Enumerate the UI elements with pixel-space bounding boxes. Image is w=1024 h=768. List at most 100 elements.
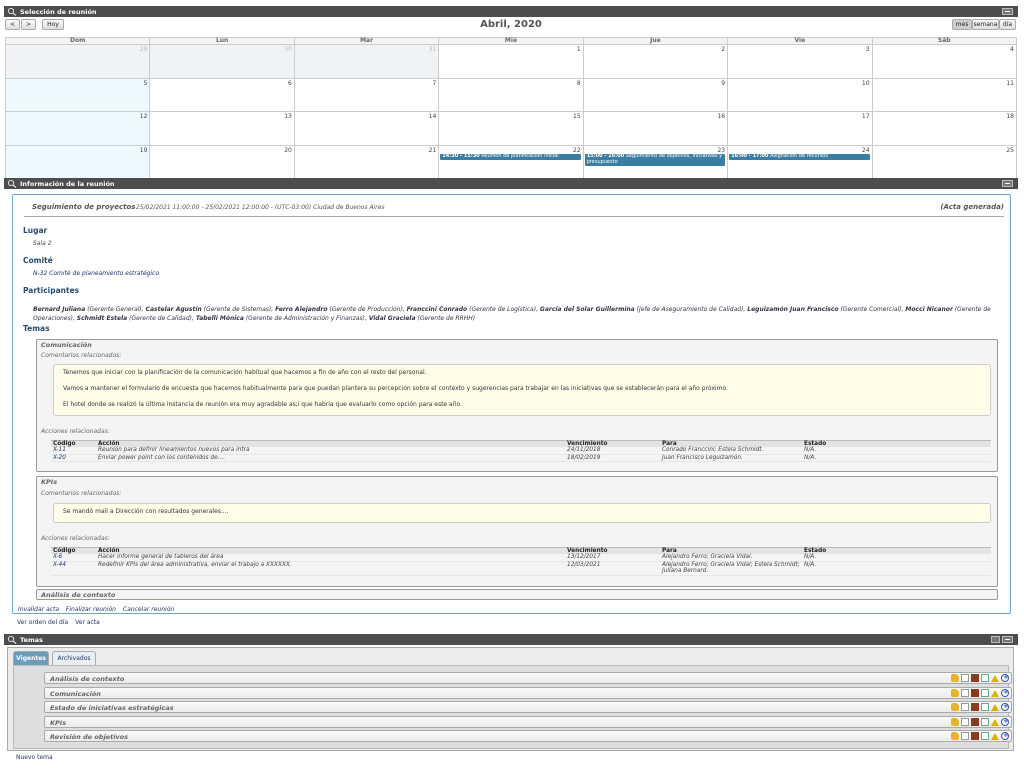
- topic-analisis-de-contexto[interactable]: Análisis de contexto: [36, 589, 998, 600]
- finalizar-reunion-link[interactable]: Finalizar reunión: [66, 606, 116, 613]
- page-icon[interactable]: [981, 688, 989, 697]
- page-icon[interactable]: [981, 703, 989, 711]
- calendar-day[interactable]: 16: [582, 112, 728, 146]
- topic-title[interactable]: KPIs: [41, 478, 57, 486]
- calendar-day[interactable]: 7: [293, 78, 439, 112]
- calendar-day[interactable]: 12: [5, 112, 150, 146]
- tab-vigentes[interactable]: Vigentes: [13, 651, 49, 665]
- calendar-day[interactable]: 29: [5, 45, 150, 79]
- cell-venc: 24/11/2018: [567, 447, 601, 453]
- invalidar-acta-link[interactable]: Invalidar acta: [18, 606, 59, 613]
- calendar-day[interactable]: 5: [5, 78, 150, 112]
- calendar-day[interactable]: 4: [871, 45, 1017, 79]
- cell-codigo[interactable]: X-20: [51, 455, 98, 462]
- day-name: Jue: [582, 37, 728, 45]
- add-circle-icon[interactable]: [1001, 673, 1009, 682]
- comite-link[interactable]: N-32 Comité de planeamiento estratégico: [33, 270, 159, 277]
- topic-title[interactable]: Análisis de contexto: [41, 591, 115, 599]
- cell-codigo[interactable]: X-11: [51, 447, 98, 454]
- tema-row[interactable]: Comunicación: [44, 686, 1012, 699]
- page-icon[interactable]: [981, 732, 989, 740]
- nuevo-tema-link[interactable]: Nuevo tema: [16, 754, 53, 761]
- calendar-event[interactable]: 15:00 - 16:00 Seguimiento de objetivos, …: [584, 153, 726, 166]
- temas-panel-title: Temas: [20, 635, 44, 644]
- window-icon[interactable]: [991, 636, 1000, 643]
- calendar-day[interactable]: 9: [582, 78, 728, 112]
- calendar-day[interactable]: 3: [727, 45, 872, 79]
- calendar-day[interactable]: 23 15:00 - 16:00 Seguimiento de objetivos…: [582, 145, 728, 179]
- hand-icon[interactable]: [951, 732, 959, 740]
- arrow-up-icon[interactable]: [991, 733, 999, 740]
- add-circle-icon[interactable]: [1001, 688, 1009, 697]
- calendar-day[interactable]: 15: [438, 112, 583, 146]
- ver-acta-link[interactable]: Ver acta: [75, 619, 100, 626]
- tema-row[interactable]: Revisión de objetivos: [44, 730, 1012, 742]
- hand-icon[interactable]: [951, 688, 959, 697]
- cell-codigo[interactable]: X-44: [51, 562, 98, 575]
- add-circle-icon[interactable]: [1001, 731, 1009, 740]
- book-icon[interactable]: [971, 703, 979, 711]
- add-circle-icon[interactable]: [1001, 717, 1009, 726]
- day-number: 13: [284, 113, 292, 120]
- calendar-day[interactable]: 17: [727, 112, 872, 146]
- calendar-day[interactable]: 20: [149, 145, 294, 179]
- calendar-day[interactable]: 30: [149, 45, 294, 79]
- book-icon[interactable]: [971, 688, 979, 697]
- hand-icon[interactable]: [951, 717, 959, 726]
- topic-title[interactable]: Comunicación: [41, 341, 92, 349]
- calendar-day[interactable]: 2: [582, 45, 728, 79]
- document-icon[interactable]: [961, 688, 969, 697]
- view-month-button[interactable]: mes: [952, 19, 972, 30]
- tab-archivados[interactable]: Archivados: [52, 651, 96, 665]
- document-icon[interactable]: [961, 717, 969, 726]
- calendar-day[interactable]: 24 16:00 - 17:00 Asignación de recursos: [727, 145, 872, 179]
- calendar-day[interactable]: 31: [293, 45, 439, 79]
- hand-icon[interactable]: [951, 703, 959, 711]
- participant-name: Schmidt Estela: [76, 314, 128, 322]
- document-icon[interactable]: [961, 732, 969, 740]
- add-circle-icon[interactable]: [1001, 702, 1009, 711]
- calendar-day[interactable]: 8: [438, 78, 583, 112]
- view-week-button[interactable]: semana: [972, 19, 999, 30]
- view-day-button[interactable]: día: [999, 19, 1016, 30]
- calendar-day[interactable]: 19: [5, 145, 150, 179]
- document-icon[interactable]: [961, 674, 969, 682]
- calendar-day[interactable]: 18: [871, 112, 1017, 146]
- calendar-day[interactable]: 1: [438, 45, 583, 79]
- arrow-up-icon[interactable]: [991, 718, 999, 726]
- calendar-day[interactable]: 10: [727, 78, 872, 112]
- minimize-icon[interactable]: [1002, 636, 1013, 643]
- book-icon[interactable]: [971, 717, 979, 726]
- calendar-day[interactable]: 11: [871, 78, 1017, 112]
- tema-row[interactable]: KPIs: [44, 715, 1012, 728]
- book-icon[interactable]: [971, 674, 979, 682]
- participant-name: Ferro Alejandro: [275, 306, 328, 313]
- comments-label: Comentarios relacionados:: [41, 490, 122, 497]
- page-icon[interactable]: [981, 674, 989, 682]
- calendar-day[interactable]: 14: [293, 112, 439, 146]
- hand-icon[interactable]: [951, 674, 959, 682]
- tema-row[interactable]: Estado de iniciativas estratégicas: [44, 701, 1012, 713]
- calendar-event[interactable]: 16:00 - 17:00 Asignación de recursos: [729, 153, 870, 160]
- cancelar-reunion-link[interactable]: Cancelar reunión: [123, 606, 174, 613]
- calendar-day[interactable]: 25: [871, 145, 1017, 179]
- page-icon[interactable]: [981, 717, 989, 726]
- tema-row[interactable]: Análisis de contexto: [44, 672, 1012, 684]
- arrow-up-icon[interactable]: [991, 675, 999, 682]
- calendar-day[interactable]: 13: [149, 112, 294, 146]
- calendar-day[interactable]: 6: [149, 78, 294, 112]
- cell-codigo[interactable]: X-6: [51, 554, 98, 561]
- book-icon[interactable]: [971, 732, 979, 740]
- minimize-icon[interactable]: [1002, 180, 1013, 187]
- minimize-icon[interactable]: [1002, 8, 1013, 15]
- participant-role: (Gerente de Calidad): [129, 314, 192, 322]
- day-name: Mar: [293, 37, 439, 45]
- day-number: 30: [284, 46, 292, 53]
- arrow-up-icon[interactable]: [991, 689, 999, 697]
- document-icon[interactable]: [961, 703, 969, 711]
- arrow-up-icon[interactable]: [991, 704, 999, 711]
- calendar-day[interactable]: 21: [293, 145, 439, 179]
- ver-orden-del-dia-link[interactable]: Ver orden del día: [17, 619, 68, 626]
- calendar-day[interactable]: 22 14:30 - 15:30 Reunión de planificación…: [438, 145, 583, 179]
- calendar-event[interactable]: 14:30 - 15:30 Reunión de planificación i…: [440, 153, 581, 160]
